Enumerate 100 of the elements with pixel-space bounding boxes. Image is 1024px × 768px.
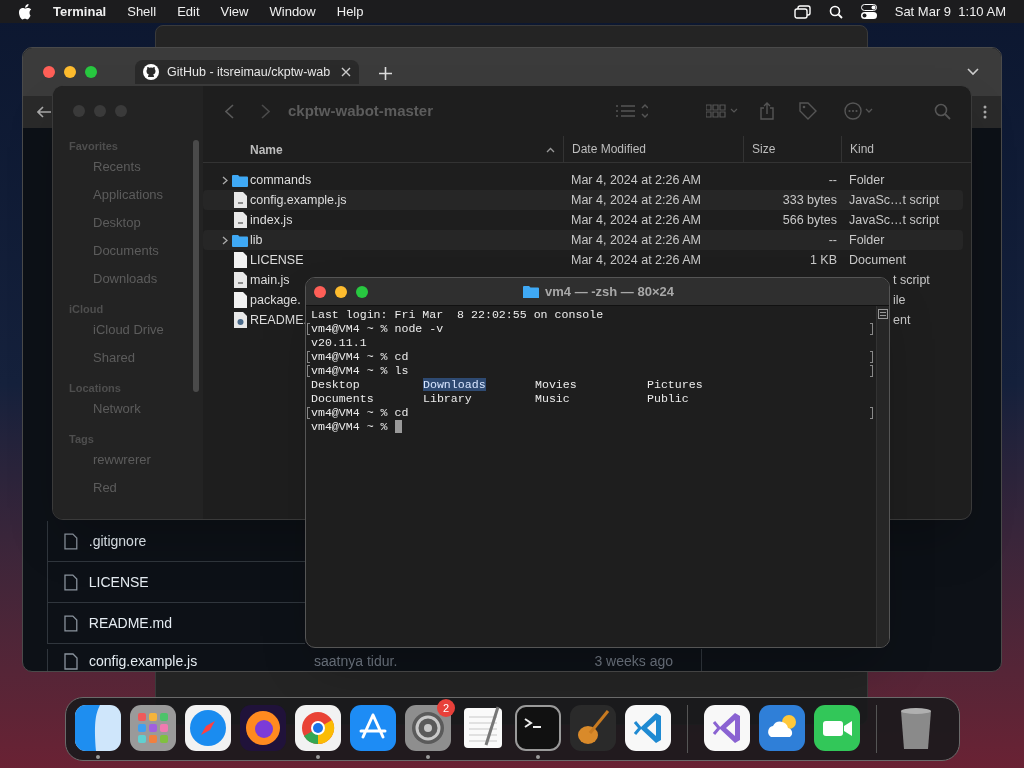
document-icon xyxy=(233,252,247,268)
new-tab-icon[interactable] xyxy=(379,66,392,80)
file-name[interactable]: README.md xyxy=(88,612,305,634)
date-modified: Mar 4, 2024 at 2:26 AM xyxy=(570,172,701,187)
file-name[interactable]: main.js xyxy=(250,270,290,290)
terminal-line: vm4@VM4 ~ % cd xyxy=(311,350,409,364)
file-row[interactable]: LICENSE xyxy=(47,562,305,603)
guitar-icon[interactable] xyxy=(570,705,616,751)
minimize-button[interactable] xyxy=(335,285,347,298)
column-heading[interactable]: Size xyxy=(743,136,841,163)
script-file-icon xyxy=(233,272,247,288)
running-indicator xyxy=(426,755,430,759)
file-name[interactable]: lib xyxy=(250,230,263,250)
sort-chevron-icon[interactable] xyxy=(546,146,555,153)
file-row[interactable]: README.md xyxy=(47,603,305,644)
grid-icon[interactable] xyxy=(130,705,176,751)
terminal-text: Movies xyxy=(535,378,577,391)
chevron-down-icon[interactable] xyxy=(967,68,979,76)
script-file-icon xyxy=(233,192,247,208)
file-name[interactable]: index.js xyxy=(250,210,293,230)
commit-message[interactable]: saatnya tidur. xyxy=(314,650,398,671)
column-heading[interactable]: Kind xyxy=(841,136,971,163)
file-size: 566 bytes xyxy=(782,212,837,227)
running-indicator xyxy=(316,755,320,759)
ribbon-icon[interactable] xyxy=(625,705,671,751)
file-row[interactable]: .gitignore xyxy=(47,521,305,562)
file-size: 1 KB xyxy=(809,252,837,267)
ribbon-icon[interactable] xyxy=(704,705,750,751)
finder-title: ckptw-wabot-master xyxy=(288,100,434,121)
file-name[interactable]: commands xyxy=(250,170,312,190)
gear-icon[interactable] xyxy=(405,705,451,751)
browser-tab[interactable]: GitHub - itsreimau/ckptw-wab xyxy=(135,60,359,84)
terminal-icon[interactable] xyxy=(515,705,561,751)
scrollbar[interactable] xyxy=(193,140,199,392)
file-name[interactable]: .gitignore xyxy=(88,530,305,552)
control-center-icon[interactable] xyxy=(860,4,877,19)
file-name[interactable]: config.example.js xyxy=(89,650,309,671)
back-chevron-icon[interactable] xyxy=(225,103,234,119)
file-row[interactable]: config.example.js Mar 4, 2024 at 2:26 AM 333 bytes JavaSc…t script xyxy=(203,190,963,210)
close-button[interactable] xyxy=(43,66,55,78)
close-icon[interactable] xyxy=(341,67,351,77)
minimize-button[interactable] xyxy=(64,66,76,78)
file-icon xyxy=(64,532,78,550)
menu-item[interactable]: Window xyxy=(269,1,316,22)
windows-icon[interactable] xyxy=(793,4,811,19)
two-tone-square-icon[interactable] xyxy=(75,705,121,751)
terminal-line: vm4@VM4 ~ % xyxy=(311,420,389,434)
mark-bracket xyxy=(870,407,873,419)
ring-icon[interactable] xyxy=(295,705,341,751)
text-cursor xyxy=(394,420,402,433)
file-kind: t script xyxy=(893,272,930,287)
file-name[interactable]: README. xyxy=(250,310,307,330)
menu-item[interactable]: View xyxy=(220,1,249,22)
video-camera-icon[interactable] xyxy=(814,705,860,751)
file-kind: Document xyxy=(849,252,906,267)
apple-icon[interactable] xyxy=(18,3,32,20)
terminal-line: vm4@VM4 ~ % node -v xyxy=(311,322,444,336)
file-row[interactable]: lib Mar 4, 2024 at 2:26 AM -- Folder xyxy=(203,230,963,250)
disclosure-chevron-icon[interactable] xyxy=(222,175,228,185)
app-store-icon[interactable] xyxy=(350,705,396,751)
file-kind: Folder xyxy=(849,172,885,187)
column-heading[interactable]: Date Modified xyxy=(563,136,743,163)
split-view-icon[interactable] xyxy=(878,309,888,319)
file-icon xyxy=(64,573,78,591)
file-row[interactable]: LICENSE Mar 4, 2024 at 2:26 AM 1 KB Document xyxy=(203,250,963,270)
file-size: -- xyxy=(828,172,837,187)
mark-bracket xyxy=(870,365,873,377)
file-row[interactable]: index.js Mar 4, 2024 at 2:26 AM 566 bytes JavaSc…t script xyxy=(203,210,963,230)
file-size: -- xyxy=(828,232,837,247)
zoom-button[interactable] xyxy=(356,285,368,298)
column-heading[interactable]: Name xyxy=(203,140,563,159)
mark-bracket xyxy=(307,365,310,377)
zoom-button[interactable] xyxy=(85,66,97,78)
compass-icon[interactable] xyxy=(185,705,231,751)
search-icon[interactable] xyxy=(828,4,843,19)
menu-item[interactable]: Shell xyxy=(127,1,157,22)
file-row[interactable]: commands Mar 4, 2024 at 2:26 AM -- Folder xyxy=(203,170,963,190)
running-indicator xyxy=(96,755,100,759)
close-button[interactable] xyxy=(314,285,326,298)
mark-bracket xyxy=(870,351,873,363)
menu-item[interactable]: Terminal xyxy=(53,1,107,22)
tab-title: GitHub - itsreimau/ckptw-wab xyxy=(167,63,332,81)
menu-item[interactable]: Help xyxy=(336,1,364,22)
file-icon xyxy=(64,652,78,670)
file-name[interactable]: package. xyxy=(250,290,301,310)
file-name[interactable]: config.example.js xyxy=(250,190,347,210)
menu-bar-clock[interactable]: Sat Mar 9 1:10 AM xyxy=(894,1,1006,22)
more-options-icon[interactable] xyxy=(983,105,987,119)
globe-icon[interactable] xyxy=(240,705,286,751)
terminal-line: vm4@VM4 ~ % ls xyxy=(311,364,409,378)
cloud-icon[interactable] xyxy=(759,705,805,751)
file-kind: ent xyxy=(893,312,911,327)
file-row[interactable]: config.example.js saatnya tidur. 3 weeks ago xyxy=(47,649,702,671)
file-kind: JavaSc…t script xyxy=(849,192,940,207)
file-name[interactable]: LICENSE xyxy=(250,250,304,270)
menu-item[interactable]: Edit xyxy=(177,1,200,22)
disclosure-chevron-icon[interactable] xyxy=(222,235,228,245)
back-arrow-icon[interactable] xyxy=(37,106,51,118)
terminal-text: Pictures xyxy=(647,378,703,391)
file-name[interactable]: LICENSE xyxy=(88,571,305,593)
